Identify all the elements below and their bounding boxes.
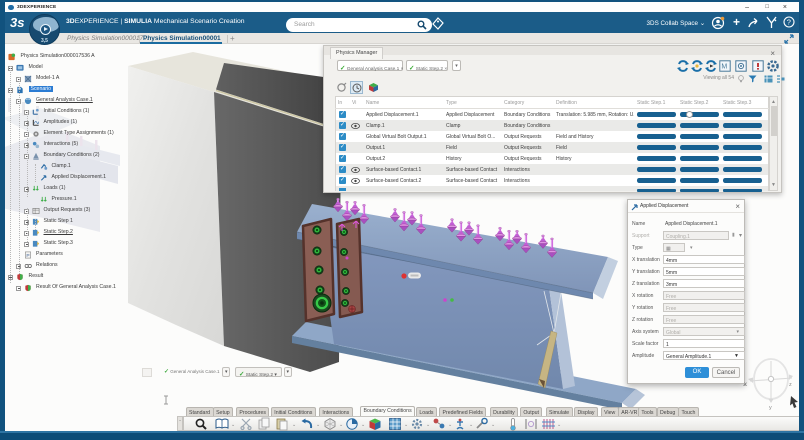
svg-text:⌄: ⌄ — [292, 422, 296, 428]
svg-text:⌄: ⌄ — [426, 422, 430, 428]
svg-text:⌄: ⌄ — [339, 422, 343, 428]
svg-text:⌄: ⌄ — [448, 422, 452, 428]
svg-text:⌄: ⌄ — [469, 422, 473, 428]
svg-text:⌄: ⌄ — [231, 422, 235, 428]
svg-text:?: ? — [787, 18, 791, 27]
svg-text:⌄: ⌄ — [361, 422, 365, 428]
svg-text:z: z — [789, 382, 792, 388]
svg-text:M: M — [721, 64, 727, 71]
svg-text:⌄: ⌄ — [404, 422, 408, 428]
svg-text:⌄: ⌄ — [316, 422, 320, 428]
svg-text:P: P — [26, 252, 29, 258]
svg-text:⌄: ⌄ — [491, 422, 495, 428]
svg-text:⌄: ⌄ — [557, 422, 561, 428]
